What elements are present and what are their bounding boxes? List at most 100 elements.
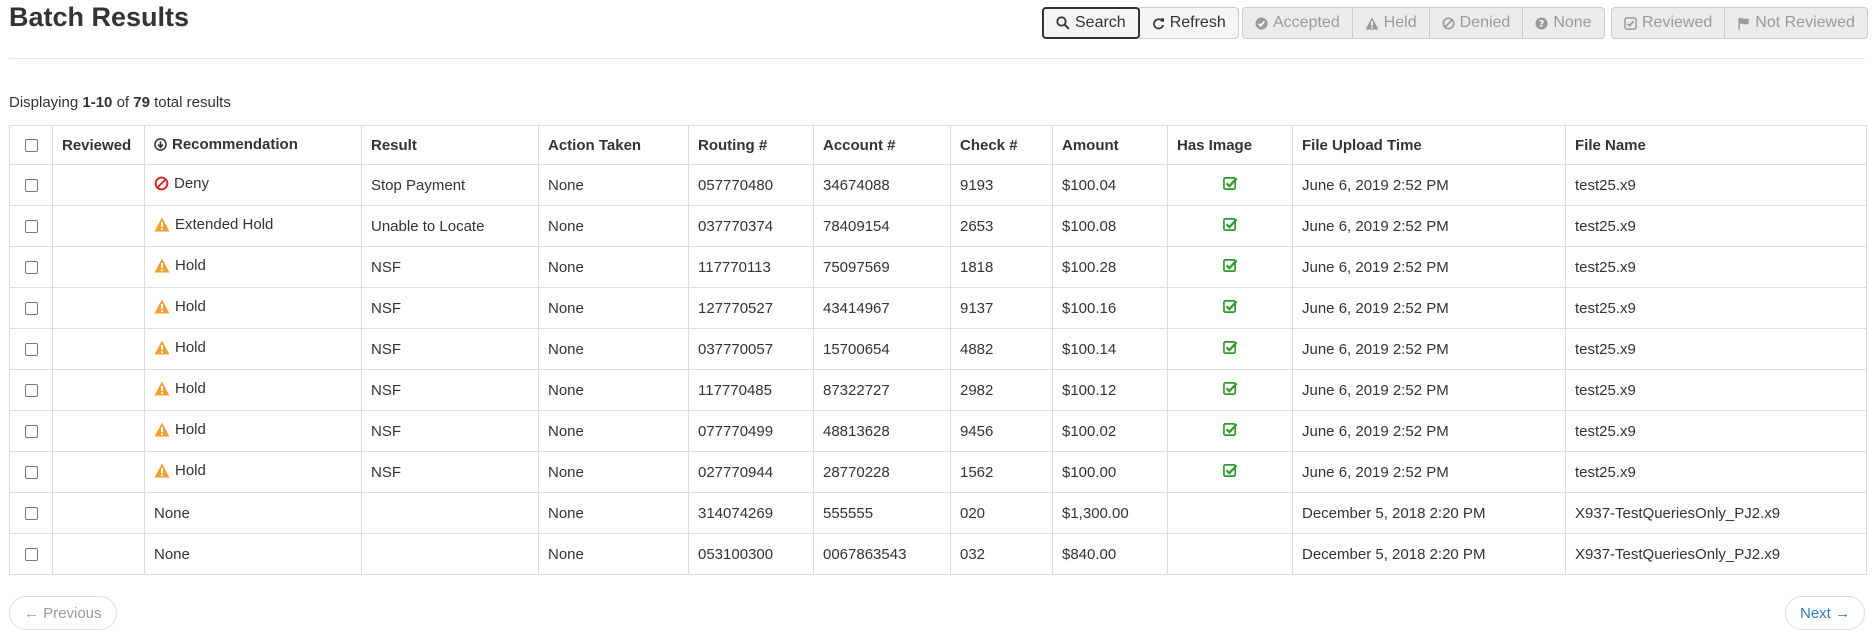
result-cell: Unable to Locate (361, 205, 539, 247)
has-image-cell (1167, 164, 1293, 206)
summary-total: 79 (133, 94, 150, 111)
warning-icon (154, 217, 170, 232)
check-cell: 2653 (950, 205, 1053, 247)
deny-icon (154, 176, 169, 191)
column-header-upload-time[interactable]: File Upload Time (1292, 125, 1566, 165)
next-page-button[interactable]: Next → (1784, 596, 1865, 630)
check-square-icon (1222, 381, 1238, 400)
filter-none-label: None (1553, 14, 1592, 31)
check-cell: 4882 (950, 328, 1053, 370)
recommendation-cell: Hold (144, 369, 362, 411)
column-header-reviewed[interactable]: Reviewed (52, 125, 145, 165)
table-row[interactable]: Hold NSF None 027770944 28770228 1562 $100.00 J… (9, 451, 1867, 493)
row-checkbox[interactable] (24, 384, 38, 398)
check-square-icon (1222, 422, 1238, 441)
account-cell: 555555 (813, 492, 951, 534)
reviewed-cell (52, 164, 145, 206)
row-checkbox[interactable] (24, 179, 38, 193)
amount-cell: $100.28 (1052, 246, 1168, 288)
reviewed-cell (52, 410, 145, 452)
filter-reviewed-button[interactable]: Reviewed (1611, 7, 1726, 39)
row-checkbox[interactable] (24, 425, 38, 439)
filter-none-button[interactable]: ? None (1522, 7, 1605, 39)
column-header-recommendation[interactable]: Recommendation (144, 125, 362, 165)
filter-not-reviewed-button[interactable]: Not Reviewed (1724, 7, 1868, 39)
amount-cell: $100.08 (1052, 205, 1168, 247)
action-cell: None (538, 287, 689, 329)
recommendation-label: Extended Hold (175, 216, 274, 233)
warning-icon (1365, 17, 1379, 30)
check-cell: 1562 (950, 451, 1053, 493)
table-row[interactable]: Hold NSF None 117770485 87322727 2982 $100.12 J… (9, 369, 1867, 411)
row-select-cell (9, 328, 53, 370)
column-header-action-taken[interactable]: Action Taken (538, 125, 689, 165)
filter-accepted-button[interactable]: Accepted (1242, 7, 1353, 39)
row-checkbox[interactable] (24, 261, 38, 275)
table-row[interactable]: Hold NSF None 117770113 75097569 1818 $100.28 J… (9, 246, 1867, 288)
table-row[interactable]: None None 053100300 0067863543 032 $840.00 Dec… (9, 533, 1867, 575)
select-all-checkbox[interactable] (24, 139, 38, 153)
file-name-cell: test25.x9 (1565, 287, 1867, 329)
routing-cell: 037770374 (688, 205, 814, 247)
result-cell (361, 492, 539, 534)
recommendation-label: Hold (175, 339, 206, 356)
column-header-file-name[interactable]: File Name (1565, 125, 1867, 165)
filter-held-button[interactable]: Held (1351, 7, 1430, 39)
check-square-icon (1222, 217, 1238, 236)
recommendation-cell: Extended Hold (144, 205, 362, 247)
result-cell: NSF (361, 369, 539, 411)
reviewed-cell (52, 246, 145, 288)
routing-cell: 057770480 (688, 164, 814, 206)
account-cell: 0067863543 (813, 533, 951, 575)
table-row[interactable]: None None 314074269 555555 020 $1,300.00 Decem… (9, 492, 1867, 534)
recommendation-cell: None (144, 533, 362, 575)
table-row[interactable]: Hold NSF None 127770527 43414967 9137 $100.16 J… (9, 287, 1867, 329)
column-header-routing[interactable]: Routing # (688, 125, 814, 165)
account-cell: 87322727 (813, 369, 951, 411)
row-checkbox[interactable] (24, 302, 38, 316)
column-header-result[interactable]: Result (361, 125, 539, 165)
column-header-amount[interactable]: Amount (1052, 125, 1168, 165)
previous-page-button[interactable]: ← Previous (9, 596, 117, 630)
column-header-has-image[interactable]: Has Image (1167, 125, 1293, 165)
action-cell: None (538, 328, 689, 370)
filter-held-label: Held (1383, 14, 1417, 31)
action-cell: None (538, 492, 689, 534)
table-row[interactable]: Hold NSF None 037770057 15700654 4882 $100.14 J… (9, 328, 1867, 370)
has-image-cell (1167, 533, 1293, 575)
table-row[interactable]: Extended Hold Unable to Locate None 0377703… (9, 205, 1867, 247)
column-header-account[interactable]: Account # (813, 125, 951, 165)
warning-icon (154, 299, 170, 314)
file-name-cell: test25.x9 (1565, 451, 1867, 493)
row-checkbox[interactable] (24, 343, 38, 357)
refresh-button[interactable]: Refresh (1138, 7, 1239, 39)
action-cell: None (538, 246, 689, 288)
file-name-cell: test25.x9 (1565, 205, 1867, 247)
check-square-icon (1222, 299, 1238, 318)
recommendation-header-label: Recommendation (172, 135, 298, 153)
row-select-cell (9, 492, 53, 534)
filter-denied-button[interactable]: Denied (1428, 7, 1524, 39)
upload-time-cell: June 6, 2019 2:52 PM (1292, 246, 1566, 288)
row-checkbox[interactable] (24, 507, 38, 521)
row-checkbox[interactable] (24, 466, 38, 480)
table-row[interactable]: Deny Stop Payment None 057770480 34674088 919… (9, 164, 1867, 206)
check-circle-icon (1255, 16, 1268, 30)
search-button[interactable]: Search (1042, 7, 1140, 39)
row-checkbox[interactable] (24, 548, 38, 562)
action-cell: None (538, 369, 689, 411)
file-name-cell: test25.x9 (1565, 164, 1867, 206)
table-row[interactable]: Hold NSF None 077770499 48813628 9456 $100.02 J… (9, 410, 1867, 452)
check-cell: 9193 (950, 164, 1053, 206)
row-checkbox[interactable] (24, 220, 38, 234)
row-select-cell (9, 410, 53, 452)
check-cell: 2982 (950, 369, 1053, 411)
column-header-check[interactable]: Check # (950, 125, 1053, 165)
flag-icon (1737, 17, 1750, 30)
upload-time-cell: June 6, 2019 2:52 PM (1292, 369, 1566, 411)
ban-icon (1442, 16, 1455, 30)
account-cell: 43414967 (813, 287, 951, 329)
result-cell (361, 533, 539, 575)
action-cell: None (538, 410, 689, 452)
account-cell: 34674088 (813, 164, 951, 206)
